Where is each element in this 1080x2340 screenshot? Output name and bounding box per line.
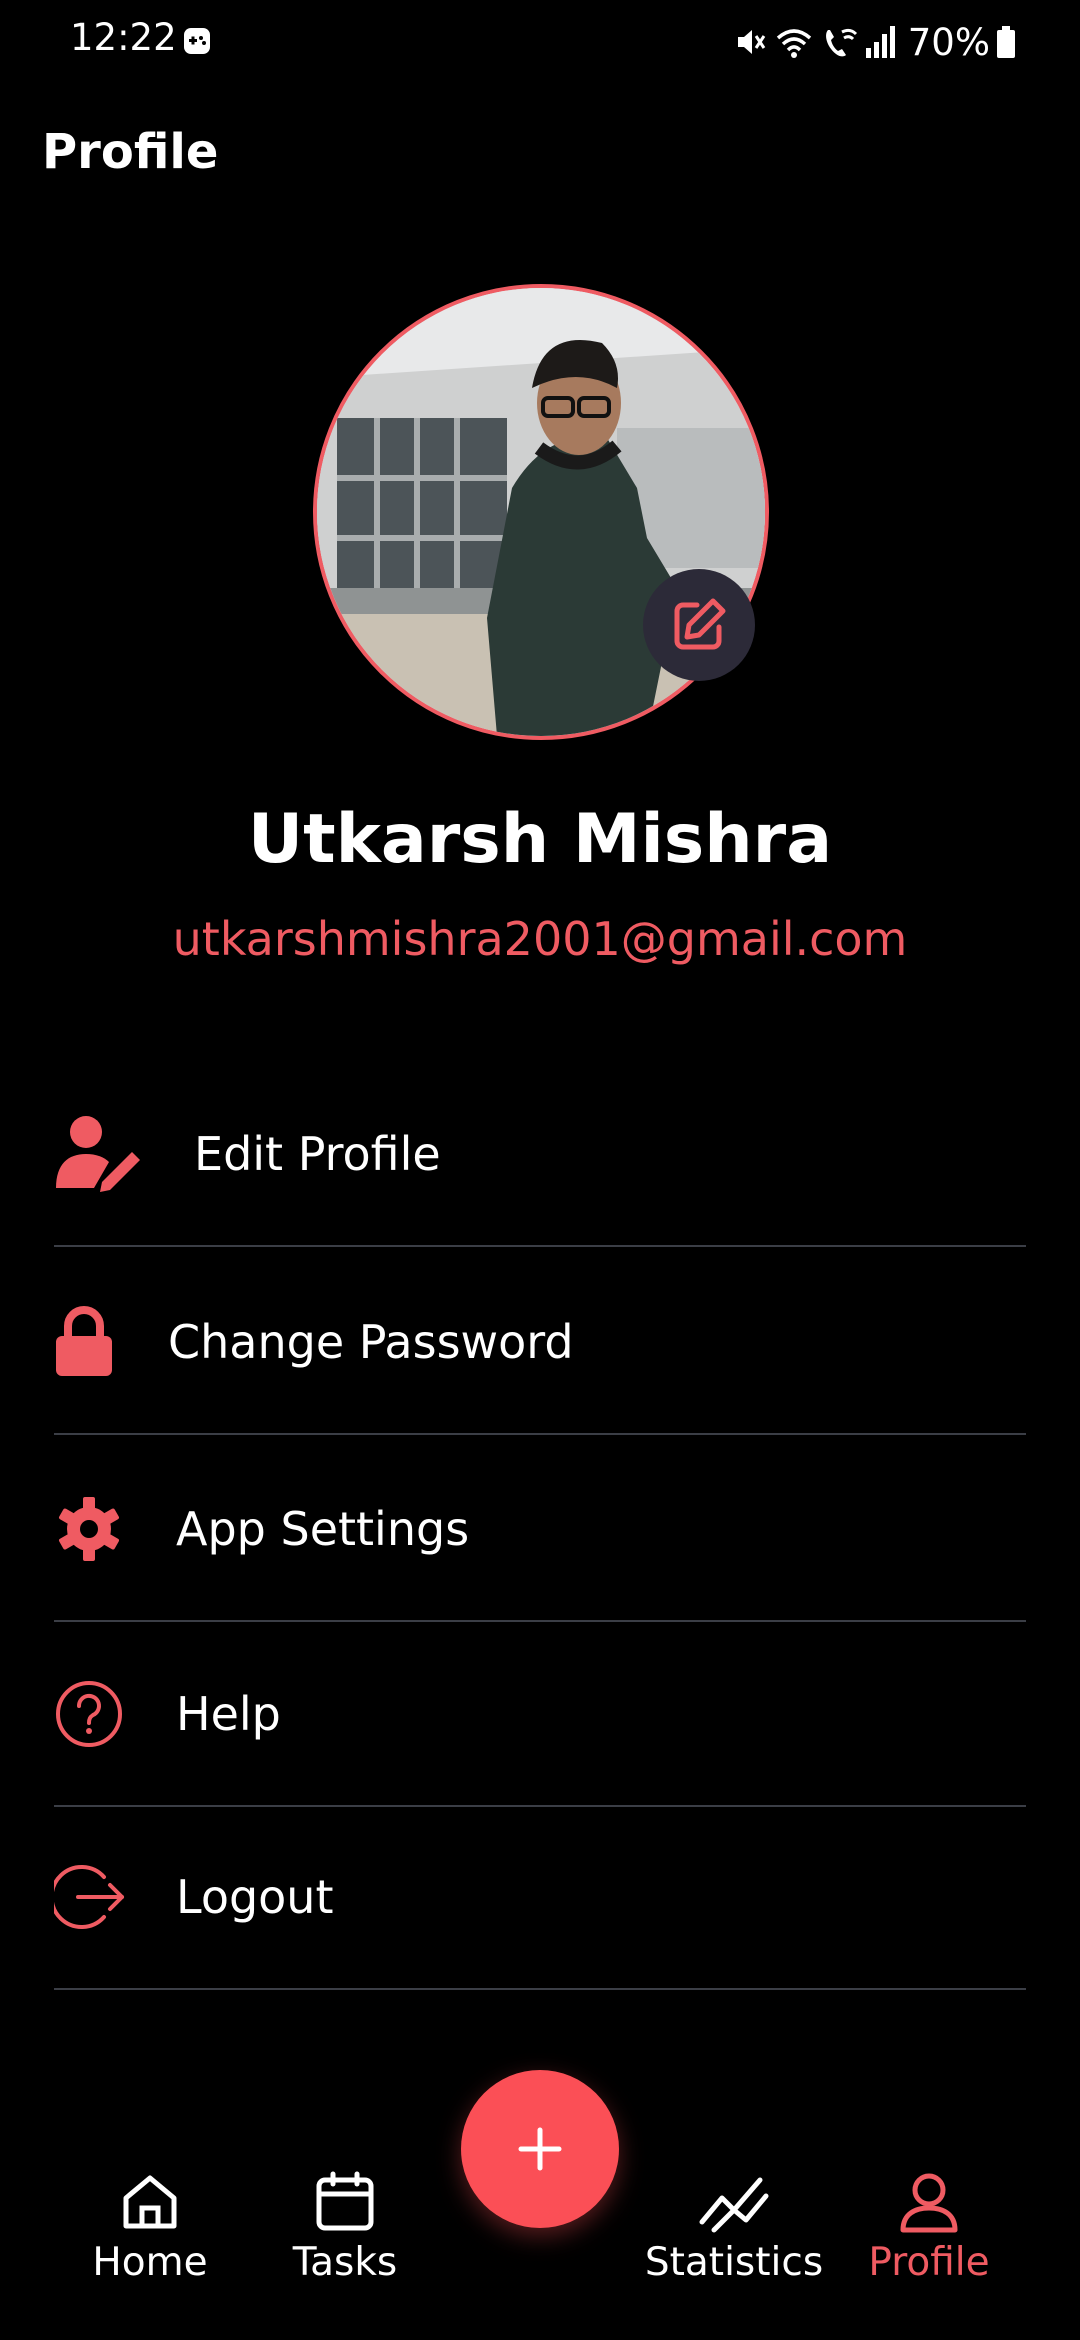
- home-icon: [123, 2175, 177, 2229]
- battery-percentage: 70%: [907, 20, 990, 64]
- menu-label-app-settings: App Settings: [176, 1502, 470, 1556]
- battery-icon: [997, 26, 1015, 58]
- nav-item-profile[interactable]: Profile: [829, 2170, 1029, 2285]
- nav-label-home: Home: [92, 2240, 208, 2285]
- help-circle-icon: [54, 1669, 124, 1759]
- page-title: Profile: [42, 124, 219, 180]
- wifi-call-icon: [825, 28, 857, 57]
- profile-avatar-section: [313, 284, 769, 740]
- menu-label-edit-profile: Edit Profile: [194, 1127, 441, 1181]
- nav-label-profile: Profile: [868, 2240, 990, 2285]
- status-icons: 70%: [732, 20, 1016, 64]
- game-icon: [184, 28, 210, 54]
- add-task-button[interactable]: [461, 2070, 619, 2228]
- wifi-icon: [776, 29, 811, 58]
- nav-label-tasks: Tasks: [292, 2240, 398, 2285]
- divider: [54, 1433, 1026, 1435]
- lock-icon: [54, 1297, 114, 1387]
- plus-icon: [518, 2127, 562, 2171]
- user-edit-icon: [54, 1109, 144, 1199]
- edit-icon: [674, 598, 726, 650]
- user-name: Utkarsh Mishra: [247, 800, 833, 879]
- nav-item-statistics[interactable]: Statistics: [634, 2170, 834, 2285]
- status-bar: 12:22 70%: [0, 0, 1080, 84]
- edit-avatar-button[interactable]: [643, 569, 755, 681]
- menu-item-help[interactable]: Help: [54, 1621, 1026, 1807]
- divider: [54, 1988, 1026, 1990]
- gear-icon: [54, 1484, 124, 1574]
- chart-icon: [699, 2177, 769, 2233]
- user-email: utkarshmishra2001@gmail.com: [172, 912, 908, 966]
- nav-label-statistics: Statistics: [644, 2240, 824, 2285]
- calendar-icon: [316, 2171, 374, 2231]
- divider: [54, 1245, 1026, 1247]
- menu-item-app-settings[interactable]: App Settings: [54, 1436, 1026, 1622]
- signal-icon: [865, 26, 895, 58]
- menu-label-help: Help: [176, 1687, 281, 1741]
- menu-item-edit-profile[interactable]: Edit Profile: [54, 1061, 1026, 1247]
- menu-item-change-password[interactable]: Change Password: [54, 1249, 1026, 1435]
- status-time: 12:22: [70, 16, 177, 59]
- logout-icon: [54, 1852, 126, 1942]
- user-icon: [900, 2173, 958, 2233]
- menu-label-change-password: Change Password: [168, 1315, 574, 1369]
- menu-item-logout[interactable]: Logout: [54, 1804, 1026, 1990]
- nav-item-home[interactable]: Home: [50, 2170, 250, 2285]
- nav-item-tasks[interactable]: Tasks: [245, 2170, 445, 2285]
- mute-icon: [737, 30, 765, 54]
- menu-label-logout: Logout: [176, 1870, 334, 1924]
